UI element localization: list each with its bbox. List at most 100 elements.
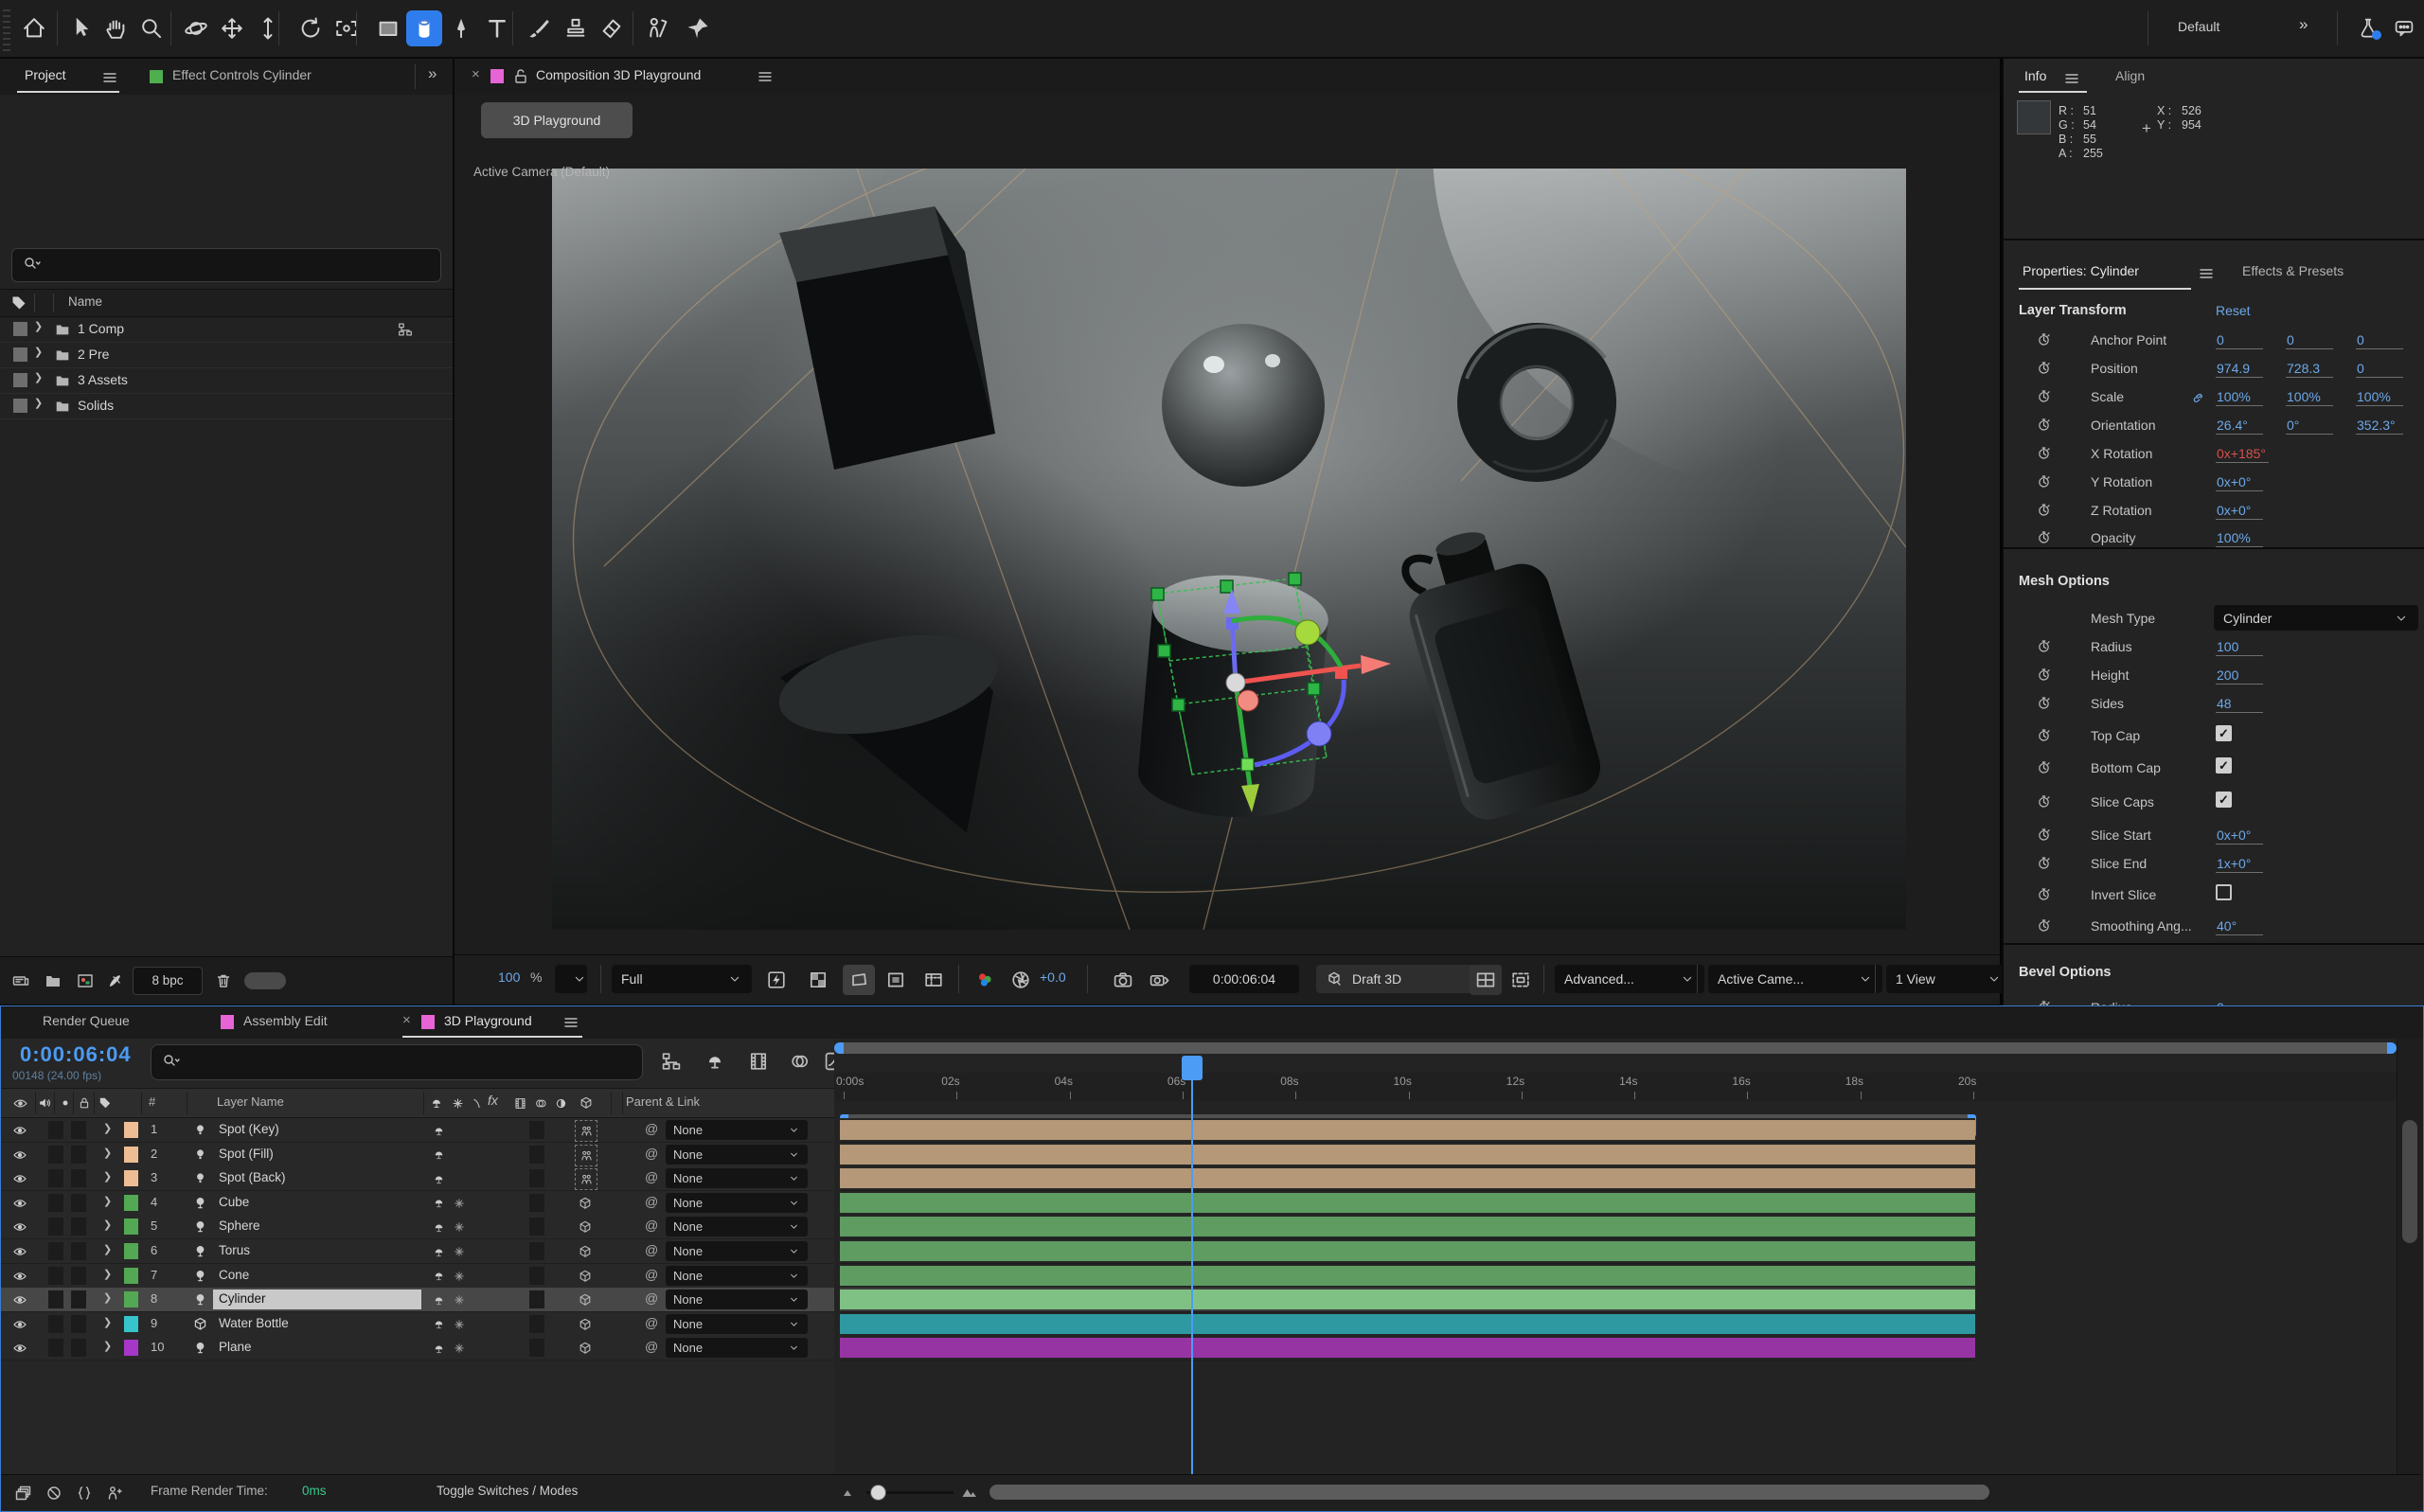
tool-home-icon[interactable]	[16, 10, 52, 46]
panel-menu-icon[interactable]	[2062, 69, 2081, 88]
effects-switch-icon[interactable]	[450, 1339, 469, 1358]
current-timecode[interactable]: 0:00:06:04	[20, 1042, 132, 1067]
property-value[interactable]: 100%	[2216, 530, 2263, 547]
show-snapshot-icon[interactable]	[1146, 967, 1172, 993]
tab-assembly-edit[interactable]: Assembly Edit	[243, 1013, 328, 1028]
visibility-eye-icon[interactable]	[10, 1339, 29, 1358]
tool-eraser-icon[interactable]	[594, 10, 630, 46]
layer-duration-bar[interactable]	[840, 1193, 1975, 1213]
audio-cell[interactable]	[48, 1315, 63, 1333]
switch-cell[interactable]	[529, 1242, 544, 1260]
tab-effect-controls[interactable]: Effect Controls Cylinder	[172, 67, 312, 82]
layer-row-torus[interactable]: ❯6Torus@None	[1, 1239, 834, 1264]
stopwatch-icon[interactable]	[2034, 443, 2053, 462]
workspace-label[interactable]: Default	[2178, 19, 2219, 34]
pick-whip-icon[interactable]: @	[645, 1121, 658, 1136]
threed-column-icon[interactable]	[577, 1094, 596, 1112]
views-dropdown[interactable]: 1 View	[1886, 965, 2011, 993]
channel-rgb-icon[interactable]	[971, 967, 998, 993]
layer-duration-bar[interactable]	[840, 1338, 1975, 1358]
collapse-switch-icon[interactable]	[429, 1218, 448, 1236]
playhead-handle[interactable]	[1182, 1056, 1203, 1080]
fx-column-icon[interactable]: fx	[488, 1093, 498, 1108]
timeline-navigator-bar[interactable]	[834, 1042, 2397, 1054]
pick-whip-icon[interactable]: @	[645, 1267, 658, 1282]
threed-layer-icon[interactable]	[576, 1290, 595, 1309]
layer-label-swatch[interactable]	[124, 1340, 138, 1356]
zoom-value[interactable]: 100	[498, 969, 520, 985]
layer-duration-bar[interactable]	[840, 1168, 1975, 1188]
layer-duration-bar[interactable]	[840, 1266, 1975, 1286]
parent-dropdown[interactable]: None	[666, 1290, 808, 1309]
property-checkbox[interactable]	[2216, 884, 2232, 900]
tool-type-icon[interactable]	[479, 10, 515, 46]
stopwatch-icon[interactable]	[2034, 500, 2053, 519]
expand-layers-icon[interactable]	[12, 1482, 35, 1504]
new-folder-icon[interactable]	[42, 969, 64, 992]
switch-cell[interactable]	[529, 1267, 544, 1285]
layer-row-cone[interactable]: ❯7Cone@None	[1, 1264, 834, 1289]
property-value[interactable]: 0°	[2286, 418, 2333, 435]
layer-duration-bar[interactable]	[840, 1145, 1975, 1165]
tool-orbit-camera-icon[interactable]	[178, 10, 214, 46]
layer-row-cube[interactable]: ❯4Cube@None	[1, 1191, 834, 1216]
property-value[interactable]: 0	[2286, 332, 2333, 349]
stopwatch-icon[interactable]	[2034, 665, 2053, 684]
stopwatch-icon[interactable]	[2034, 693, 2053, 712]
parent-dropdown[interactable]: None	[666, 1217, 808, 1236]
comp-breadcrumb-button[interactable]: 3D Playground	[481, 102, 633, 138]
property-value[interactable]: 0	[2356, 332, 2403, 349]
project-settings-icon[interactable]	[104, 969, 127, 992]
audio-cell[interactable]	[48, 1194, 63, 1212]
audio-cell[interactable]	[48, 1121, 63, 1139]
project-item-2-pre[interactable]: ❯2 Pre	[0, 342, 453, 368]
tool-rectangle-icon[interactable]	[370, 10, 406, 46]
property-value[interactable]: 0x+0°	[2216, 503, 2263, 520]
property-checkbox[interactable]: ✓	[2216, 725, 2232, 741]
layer-name[interactable]: Cylinder	[219, 1291, 266, 1306]
collapse-switch-icon[interactable]	[429, 1315, 448, 1334]
property-value[interactable]: 0	[2216, 332, 2263, 349]
expand-chevron-icon[interactable]: ❯	[34, 346, 43, 358]
collapse-switch-icon[interactable]	[429, 1339, 448, 1358]
link-icon[interactable]	[2189, 387, 2208, 406]
layer-name[interactable]: Plane	[219, 1340, 252, 1354]
layer-label-swatch[interactable]	[124, 1170, 138, 1186]
panel-menu-icon[interactable]	[2197, 264, 2216, 283]
stopwatch-icon[interactable]	[2034, 884, 2053, 903]
layer-label-swatch[interactable]	[124, 1122, 138, 1138]
light-transmission-icon[interactable]	[575, 1145, 597, 1166]
stopwatch-icon[interactable]	[2034, 471, 2053, 490]
layer-name[interactable]: Sphere	[219, 1218, 260, 1233]
property-value[interactable]: 40°	[2216, 918, 2263, 935]
tool-hand-icon[interactable]	[98, 10, 134, 46]
audio-cell[interactable]	[48, 1242, 63, 1260]
timeline-vscrollbar[interactable]	[2397, 1039, 2423, 1509]
property-value[interactable]: 100	[2216, 639, 2263, 656]
expand-chevron-icon[interactable]: ❯	[103, 1268, 112, 1280]
layer-duration-bar[interactable]	[840, 1217, 1975, 1236]
flowchart-icon[interactable]	[396, 320, 415, 339]
project-item-3-assets[interactable]: ❯3 Assets	[0, 367, 453, 394]
exposure-icon[interactable]	[1007, 967, 1034, 993]
item-label-swatch[interactable]	[13, 322, 27, 336]
property-value[interactable]: 0x+185°	[2216, 446, 2269, 463]
camera-dropdown[interactable]: Active Came...	[1708, 965, 1882, 993]
tool-zoom-icon[interactable]	[134, 10, 169, 46]
label-column-icon[interactable]	[96, 1094, 115, 1112]
item-label-swatch[interactable]	[13, 373, 27, 387]
audio-cell[interactable]	[48, 1169, 63, 1187]
property-checkbox[interactable]: ✓	[2216, 757, 2232, 774]
navigator-start-handle[interactable]	[834, 1042, 844, 1054]
stopwatch-icon[interactable]	[2034, 825, 2053, 844]
solo-cell[interactable]	[71, 1169, 86, 1187]
zoom-slider-knob[interactable]	[870, 1485, 886, 1501]
property-checkbox[interactable]: ✓	[2216, 792, 2232, 808]
tab-3d-playground[interactable]: 3D Playground	[444, 1013, 532, 1028]
expand-chevron-icon[interactable]: ❯	[103, 1243, 112, 1255]
property-dropdown[interactable]: Cylinder	[2214, 605, 2418, 631]
layer-label-swatch[interactable]	[124, 1147, 138, 1163]
effects-switch-icon[interactable]	[450, 1218, 469, 1236]
lock-open-icon[interactable]	[511, 67, 530, 86]
renderer-dropdown[interactable]: Advanced...	[1555, 965, 1704, 993]
